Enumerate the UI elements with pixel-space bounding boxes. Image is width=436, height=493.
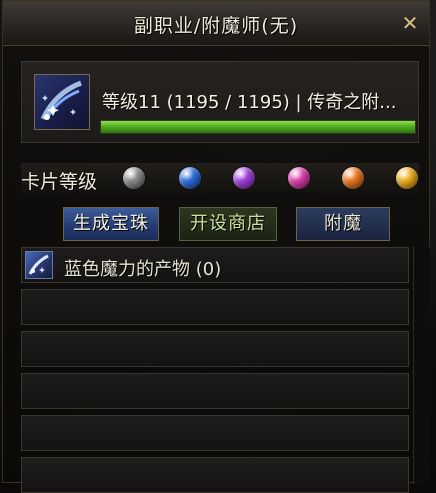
list-item[interactable] [21, 289, 409, 325]
list-item[interactable]: 蓝色魔力的产物 (0) [21, 247, 409, 283]
window-titlebar[interactable]: 副职业/附魔师(无) ✕ [3, 1, 429, 46]
list-item[interactable] [21, 457, 409, 493]
purple-orb [233, 167, 255, 189]
list-item[interactable] [21, 331, 409, 367]
exp-progress-fill [101, 121, 415, 133]
blue-magic-item-icon [25, 251, 53, 279]
list-item[interactable] [21, 415, 409, 451]
gray-orb [123, 167, 145, 189]
gold-orb [396, 167, 418, 189]
card-level-label: 卡片等级 [21, 171, 98, 193]
enchant-button[interactable]: 附魔 [296, 207, 390, 241]
list-item-label: 蓝色魔力的产物 (0) [64, 259, 222, 280]
window-title: 副职业/附魔师(无) [133, 15, 299, 37]
enchant-skill-icon [34, 74, 90, 130]
pink-orb [288, 167, 310, 189]
list-scrollbar[interactable] [413, 247, 430, 484]
list-item[interactable] [21, 373, 409, 409]
generate-orb-button[interactable]: 生成宝珠 [63, 207, 159, 241]
orange-orb [342, 167, 364, 189]
product-list: 蓝色魔力的产物 (0) [21, 247, 411, 493]
exp-progress-bar [100, 120, 416, 134]
blue-orb [179, 167, 201, 189]
profession-window: 副职业/附魔师(无) ✕ 等级11 (1195 / 1195) | 传奇之附..… [2, 0, 430, 493]
profession-level-text: 等级11 (1195 / 1195) | 传奇之附... [102, 92, 397, 113]
close-icon[interactable]: ✕ [399, 12, 421, 34]
profession-info-panel: 等级11 (1195 / 1195) | 传奇之附... [21, 61, 419, 143]
open-shop-button[interactable]: 开设商店 [179, 207, 277, 241]
